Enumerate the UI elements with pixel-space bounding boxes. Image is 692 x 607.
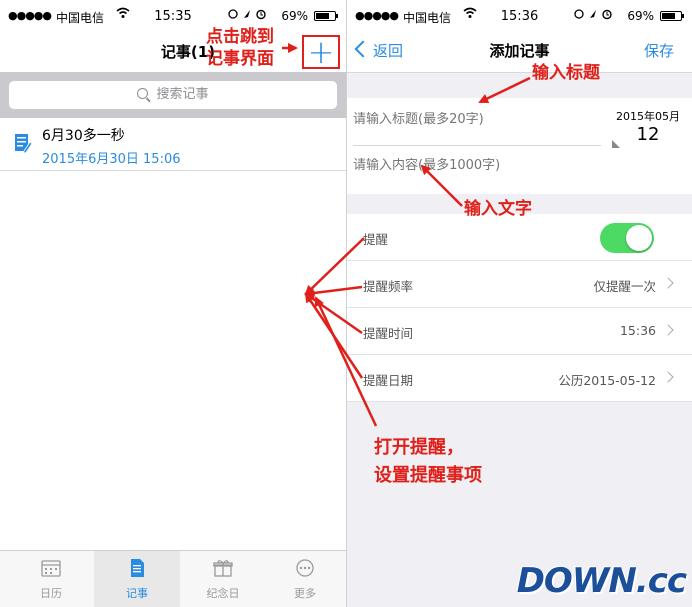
watermark-logo: DOWN.cc xyxy=(517,561,688,603)
tab-label-notes: 记事 xyxy=(126,587,148,600)
chevron-right-icon xyxy=(662,371,674,383)
frequency-value: 仅提醒一次 xyxy=(593,279,656,294)
search-area: 搜索记事 xyxy=(0,72,346,118)
title-input[interactable] xyxy=(353,112,597,127)
reminder-time-row[interactable]: 提醒时间 15:36 xyxy=(347,308,692,355)
content-input[interactable] xyxy=(353,158,643,173)
reminder-label: 提醒 xyxy=(363,232,389,247)
reminder-settings: 提醒 提醒频率 仅提醒一次 提醒时间 15:36 提醒日期 公历2015-05-… xyxy=(347,214,692,402)
reminder-toggle[interactable] xyxy=(600,223,654,253)
status-icons xyxy=(574,8,614,23)
note-date: 2015年6月30日 15:06 xyxy=(42,152,181,167)
reminder-date-row[interactable]: 提醒日期 公历2015-05-12 xyxy=(347,355,692,402)
gift-icon xyxy=(213,560,233,577)
time-value: 15:36 xyxy=(619,323,656,338)
frequency-label: 提醒频率 xyxy=(363,279,414,294)
search-placeholder: 搜索记事 xyxy=(156,87,209,102)
page-title: 添加记事 xyxy=(489,42,550,60)
watermark-text: DOWN.cc xyxy=(516,561,687,601)
note-input-card: 2015年05月 12 xyxy=(347,98,692,194)
annotation-reminder-line2: 设置提醒事项 xyxy=(374,465,482,486)
battery-percent: 69% xyxy=(627,9,654,23)
chevron-right-icon xyxy=(662,324,674,336)
calendar-icon xyxy=(41,560,61,577)
annotation-reminder: 打开提醒， 设置提醒事项 xyxy=(374,434,482,490)
annotation-input-text: 输入文字 xyxy=(464,199,532,219)
annotation-input-title: 输入标题 xyxy=(532,63,600,83)
add-note-button[interactable]: + xyxy=(302,33,340,71)
add-note-screen: ●●●●● 中国电信 15:36 69% 返回 添加记事 保存 2015年05月… xyxy=(346,0,692,607)
tab-more[interactable]: 更多 xyxy=(262,551,346,607)
tab-calendar[interactable]: 日历 xyxy=(8,551,94,607)
battery-icon xyxy=(314,11,338,21)
battery-icon xyxy=(660,11,684,21)
plus-icon: + xyxy=(307,33,335,71)
more-icon xyxy=(296,559,314,577)
nav-bar: 返回 添加记事 保存 xyxy=(347,32,692,73)
date-year-month: 2015年05月 xyxy=(616,110,680,123)
note-edit-icon xyxy=(14,132,33,154)
date-badge[interactable]: 2015年05月 12 xyxy=(612,106,684,148)
reminder-toggle-row: 提醒 xyxy=(347,214,692,261)
date-label: 提醒日期 xyxy=(363,373,414,388)
toggle-knob xyxy=(626,225,652,251)
date-day: 12 xyxy=(636,124,660,145)
annotation-click-add-line1: 点击跳到 xyxy=(206,27,274,47)
page-title: 记事(1) xyxy=(160,43,216,61)
annotation-reminder-line1: 打开提醒， xyxy=(374,437,464,458)
note-title: 6月30多一秒 xyxy=(42,128,125,144)
tab-notes[interactable]: 记事 xyxy=(94,551,180,607)
annotation-click-add-line2: 记事界面 xyxy=(206,49,274,69)
time-label: 提醒时间 xyxy=(363,326,414,341)
reminder-frequency-row[interactable]: 提醒频率 仅提醒一次 xyxy=(347,261,692,308)
search-input[interactable]: 搜索记事 xyxy=(9,81,337,109)
annotation-click-add: 点击跳到 记事界面 xyxy=(206,26,274,70)
tab-bar: 日历 记事 纪念日 更多 xyxy=(0,550,346,607)
tab-label-more: 更多 xyxy=(294,587,316,600)
chevron-right-icon xyxy=(662,277,674,289)
note-icon xyxy=(131,559,144,577)
battery-percent: 69% xyxy=(281,9,308,23)
search-icon xyxy=(137,88,149,99)
tab-label-anniversary: 纪念日 xyxy=(206,587,240,600)
tab-anniversary[interactable]: 纪念日 xyxy=(180,551,266,607)
notes-list-screen: ●●●●● 中国电信 15:35 69% 记事(1) + 搜索记事 6月30多一… xyxy=(0,0,346,607)
tab-label-calendar: 日历 xyxy=(40,587,62,600)
status-icons xyxy=(228,8,268,23)
nav-bar: 记事(1) + xyxy=(0,32,346,72)
status-bar: ●●●●● 中国电信 15:36 69% xyxy=(347,0,692,32)
save-button[interactable]: 保存 xyxy=(644,40,674,61)
date-value: 公历2015-05-12 xyxy=(558,373,656,388)
divider xyxy=(353,145,601,146)
status-bar: ●●●●● 中国电信 15:35 69% xyxy=(0,0,346,32)
list-item[interactable]: 6月30多一秒 2015年6月30日 15:06 xyxy=(0,118,346,171)
